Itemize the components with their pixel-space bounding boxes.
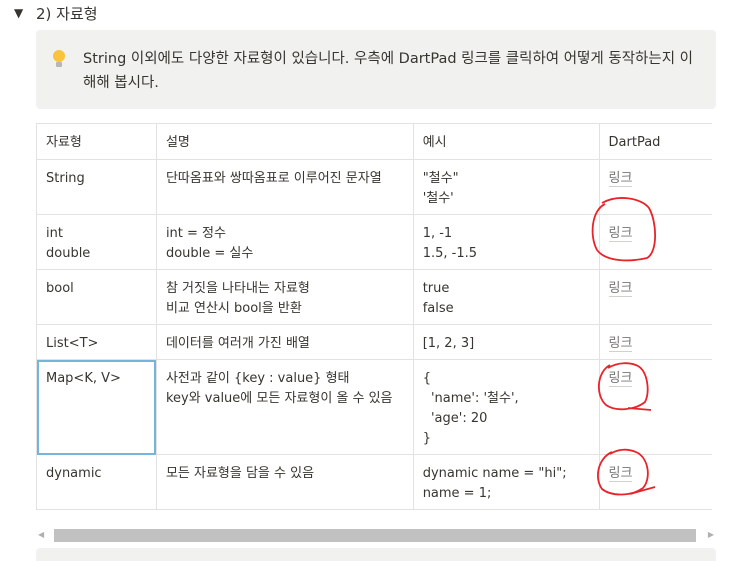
cell-example[interactable]: 1, -1 1.5, -1.5 (412, 214, 600, 270)
cell-dartpad[interactable]: 링크 (598, 269, 712, 325)
cell-line: String (46, 171, 85, 186)
lightbulb-icon (52, 48, 66, 70)
cell-line: double (46, 246, 91, 261)
cell-type[interactable]: int double (36, 214, 157, 270)
dartpad-link[interactable]: 링크 (608, 281, 633, 297)
dartpad-link[interactable]: 링크 (608, 466, 633, 482)
cell-example[interactable]: true false (412, 269, 600, 325)
scroll-right-icon[interactable]: ▶ (708, 530, 714, 539)
cell-dartpad[interactable]: 링크 (598, 454, 712, 510)
cell-line: '철수' (422, 191, 454, 206)
next-callout-block (36, 548, 716, 561)
cell-type[interactable]: List<T> (36, 324, 157, 360)
cell-desc[interactable]: 단따옴표와 쌍따옴표로 이루어진 문자열 (155, 159, 414, 215)
cell-line: bool (46, 281, 74, 296)
dartpad-link[interactable]: 링크 (608, 171, 633, 187)
cell-line: name = 1; (422, 486, 492, 501)
cell-line: [1, 2, 3] (422, 336, 475, 351)
cell-line: 단따옴표와 쌍따옴표로 이루어진 문자열 (165, 171, 382, 186)
cell-line: 'age': 20 (422, 411, 488, 426)
cell-type[interactable]: dynamic (36, 454, 157, 510)
cell-line: 'name': '철수', (422, 391, 519, 406)
cell-line: { (422, 371, 431, 386)
cell-example[interactable]: "철수" '철수' (412, 159, 600, 215)
horizontal-scrollbar[interactable]: ◀ ▶ (36, 526, 716, 544)
cell-line: "철수" (422, 171, 459, 186)
cell-example[interactable]: dynamic name = "hi"; name = 1; (412, 454, 600, 510)
cell-line: 참 거짓을 나타내는 자료형 (165, 281, 310, 296)
toggle-block[interactable]: ▼ 2) 자료형 (14, 2, 98, 24)
table-row: bool 참 거짓을 나타내는 자료형비교 연산시 bool을 반환 true fal… (36, 269, 712, 325)
cell-dartpad[interactable]: 링크 (598, 324, 712, 360)
cell-example[interactable]: [1, 2, 3] (412, 324, 600, 360)
table-row: String 단따옴표와 쌍따옴표로 이루어진 문자열 "철수" '철수' 링크 (36, 159, 712, 215)
cell-example[interactable]: { 'name': '철수', 'age': 20} (412, 359, 600, 455)
cell-dartpad[interactable]: 링크 (598, 214, 712, 270)
cell-line: int (46, 226, 63, 241)
scrollbar-thumb[interactable] (54, 529, 696, 542)
cell-desc[interactable]: int = 정수 double = 실수 (155, 214, 414, 270)
table-row: int double int = 정수 double = 실수 1, -1 1.5, -1… (36, 214, 712, 270)
dartpad-link[interactable]: 링크 (608, 336, 633, 352)
cell-desc[interactable]: 모든 자료형을 담을 수 있음 (155, 454, 414, 510)
cell-line: 1.5, -1.5 (422, 246, 477, 261)
cell-line: double = 실수 (165, 246, 254, 261)
cell-dartpad[interactable]: 링크 (598, 359, 712, 455)
table-row: List<T> 데이터를 여러개 가진 배열 [1, 2, 3] 링크 (36, 324, 712, 360)
cell-line: 비교 연산시 bool을 반환 (165, 301, 302, 316)
cell-type[interactable]: Map<K, V> (36, 359, 157, 455)
data-types-table-wrap: 자료형 설명 예시 DartPad String 단따옴표와 쌍따옴표로 이루어진… (36, 123, 712, 510)
cell-type[interactable]: String (36, 159, 157, 215)
header-cell-dartpad[interactable]: DartPad (598, 123, 712, 160)
cell-desc[interactable]: 참 거짓을 나타내는 자료형비교 연산시 bool을 반환 (155, 269, 414, 325)
cell-type[interactable]: bool (36, 269, 157, 325)
cell-line: Map<K, V> (46, 371, 121, 386)
header-cell-example[interactable]: 예시 (412, 123, 600, 160)
cell-desc[interactable]: 데이터를 여러개 가진 배열 (155, 324, 414, 360)
dartpad-link[interactable]: 링크 (608, 226, 633, 242)
toggle-arrow-icon[interactable]: ▼ (14, 6, 30, 20)
cell-line: true (422, 281, 450, 296)
cell-line: 데이터를 여러개 가진 배열 (165, 336, 310, 351)
cell-dartpad[interactable]: 링크 (598, 159, 712, 215)
table-header-row: 자료형 설명 예시 DartPad (36, 123, 712, 160)
callout-text: String 이외에도 다양한 자료형이 있습니다. 우측에 DartPad 링… (83, 51, 694, 91)
cell-line: false (422, 301, 454, 316)
table-row: dynamic 모든 자료형을 담을 수 있음 dynamic name = "hi… (36, 454, 712, 510)
table-row: Map<K, V> 사전과 같이 {key : value} 형태 key와 val… (36, 359, 712, 455)
cell-line: 1, -1 (422, 226, 453, 241)
cell-line: } (422, 431, 431, 446)
cell-line: dynamic name = "hi"; (422, 466, 567, 481)
cell-line: List<T> (46, 336, 99, 351)
scroll-left-icon[interactable]: ◀ (38, 530, 44, 539)
data-types-table: 자료형 설명 예시 DartPad String 단따옴표와 쌍따옴표로 이루어진… (36, 123, 712, 510)
toggle-title: 2) 자료형 (36, 4, 98, 23)
cell-line: key와 value에 모든 자료형이 올 수 있음 (165, 391, 393, 406)
cell-desc[interactable]: 사전과 같이 {key : value} 형태 key와 value에 모든 자료… (155, 359, 414, 455)
header-cell-type[interactable]: 자료형 (36, 123, 157, 160)
dartpad-link[interactable]: 링크 (608, 371, 633, 387)
cell-line: dynamic (46, 466, 102, 481)
cell-line: 모든 자료형을 담을 수 있음 (165, 466, 315, 481)
header-cell-desc[interactable]: 설명 (155, 123, 414, 160)
cell-line: 사전과 같이 {key : value} 형태 (165, 371, 350, 386)
cell-line: int = 정수 (165, 226, 226, 241)
callout-block: String 이외에도 다양한 자료형이 있습니다. 우측에 DartPad 링… (36, 30, 716, 109)
